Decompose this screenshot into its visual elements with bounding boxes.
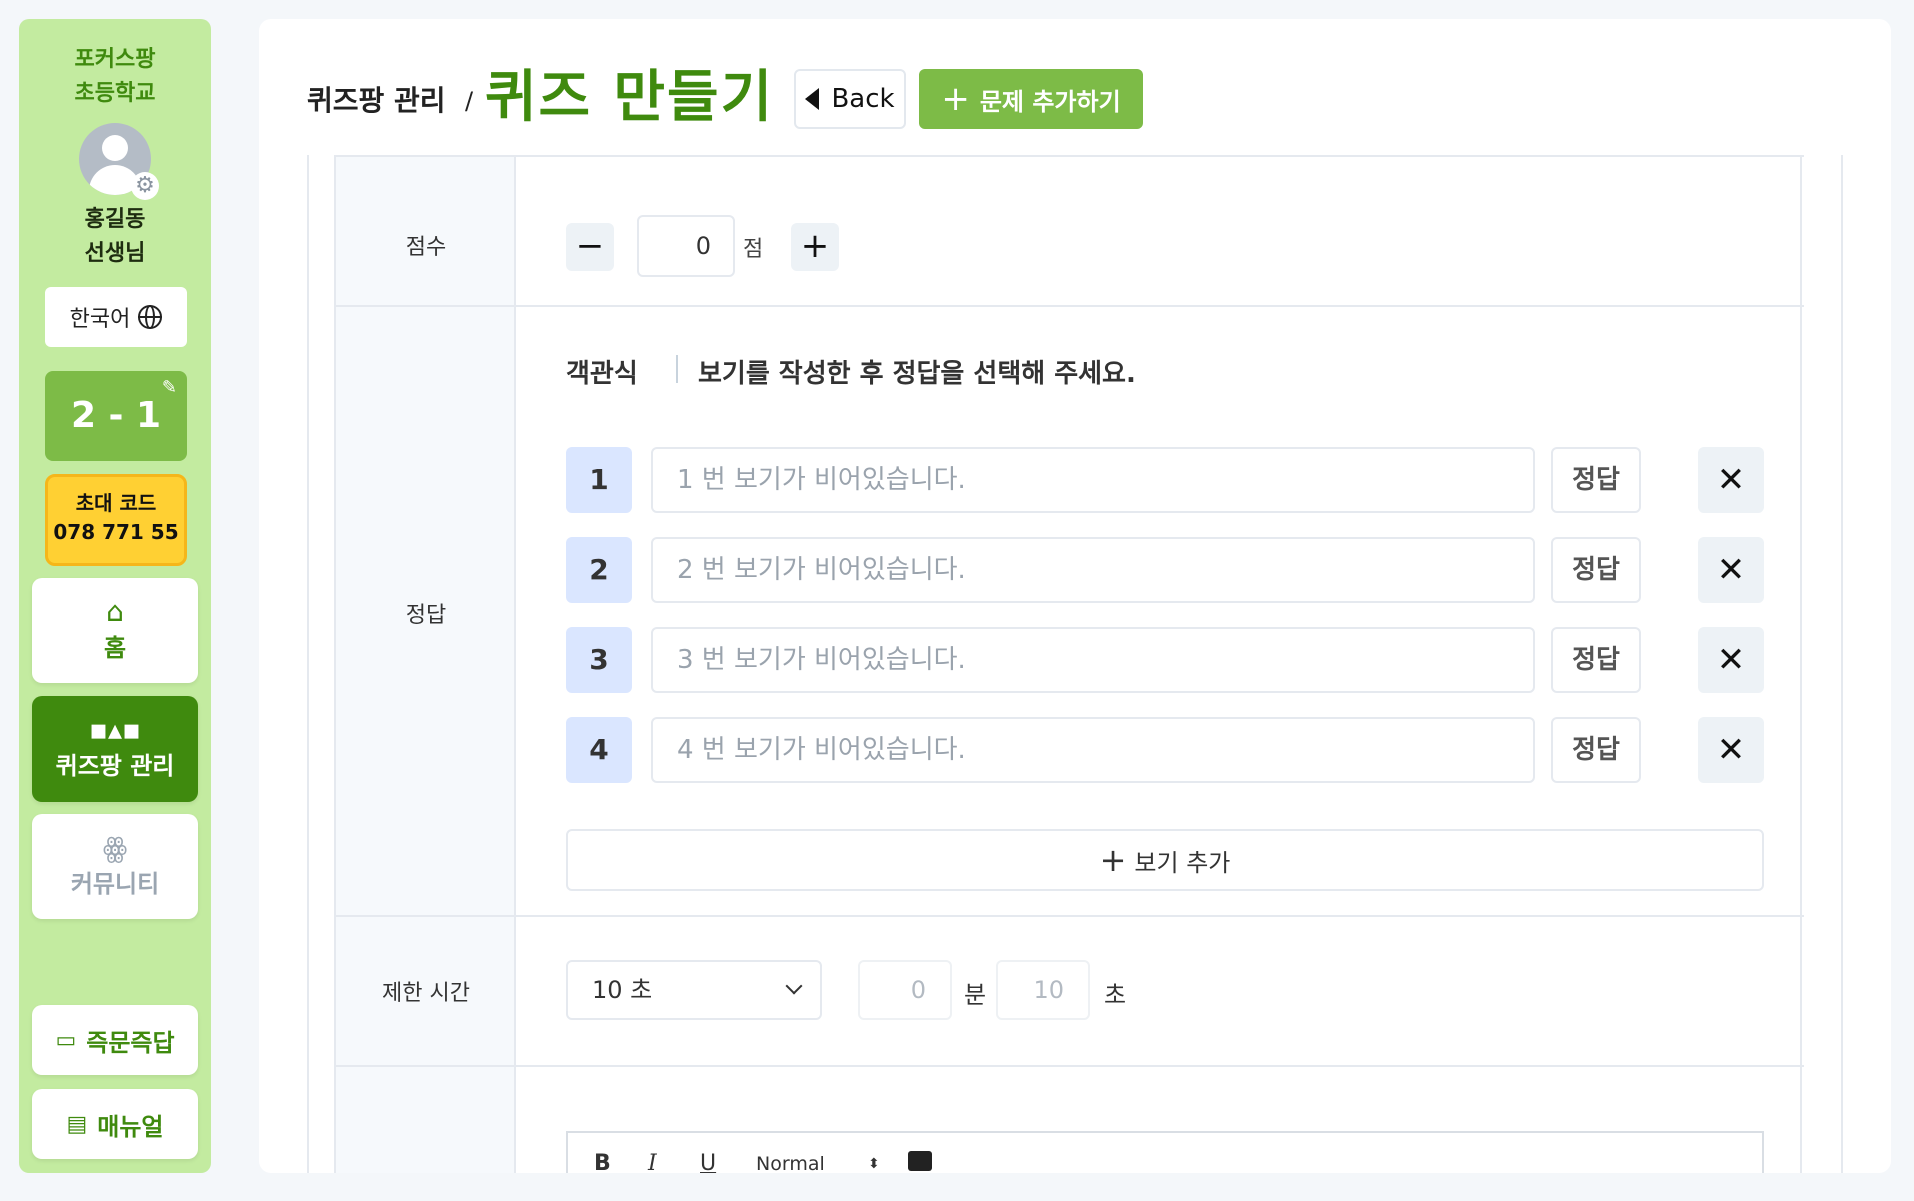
teacher-name: 홍길동 선생님 [84,207,146,266]
bold-button[interactable]: B [594,1149,611,1173]
divider [336,305,1804,307]
option-input[interactable]: 1 번 보기가 비어있습니다. [651,447,1535,513]
option-input[interactable]: 2 번 보기가 비어있습니다. [651,537,1535,603]
close-icon[interactable]: ✕ [1698,717,1764,783]
breadcrumb[interactable]: 퀴즈팡 관리 [307,81,446,121]
manual-button[interactable]: ▤ 매뉴얼 [32,1089,198,1159]
divider [336,915,1804,917]
divider [336,1065,1804,1067]
minutes-input[interactable]: 0 [858,960,952,1020]
nav-community[interactable]: ꙮ 커뮤니티 [32,814,198,919]
seconds-input[interactable]: 10 [996,960,1090,1020]
select-arrows-icon: ⬍ [868,1156,880,1172]
question-type: 객관식 [566,359,638,389]
add-option-label: 보기 추가 [1134,848,1231,877]
divider [676,355,678,383]
image-icon[interactable] [908,1151,932,1171]
option-input[interactable]: 4 번 보기가 비어있습니다. [651,717,1535,783]
invite-code-box[interactable]: 초대 코드 078 771 55 [45,474,187,566]
back-arrow-icon [805,88,820,110]
option-number: 3 [566,627,632,693]
page-title: 퀴즈 만들기 [485,65,775,130]
nav-quiz-manage[interactable]: ▪▴▪ 퀴즈팡 관리 [32,696,198,802]
score-minus-button[interactable]: − [566,223,614,271]
quiz-form-card: 점수 − 0 점 + 정답 객관식 보기를 작성한 후 정답을 선택해 주세요.… [307,155,1843,1173]
sidebar: 포커스팡 초등학교 ⚙ 홍길동 선생님 한국어 2 - 1 ✎ 초대 코드 07… [19,19,211,1173]
nav-home-label: 홈 [103,634,127,662]
time-limit-select[interactable]: 10 초 [566,960,822,1020]
plus-icon: + [1099,841,1127,879]
minutes-unit: 분 [964,981,987,1009]
quiz-form-table: 점수 − 0 점 + 정답 객관식 보기를 작성한 후 정답을 선택해 주세요.… [334,155,1804,1173]
add-question-label: 문제 추가하기 [979,87,1121,116]
score-plus-button[interactable]: + [791,223,839,271]
home-icon: ⌂ [106,595,124,628]
class-selector[interactable]: 2 - 1 ✎ [45,371,187,461]
podium-icon: ▪▴▪ [88,713,141,746]
label-column [336,155,516,1173]
language-button[interactable]: 한국어 [45,287,187,347]
class-name: 2 - 1 [70,395,162,436]
time-limit-value: 10 초 [592,976,653,1004]
chevron-down-icon [785,977,803,995]
score-unit: 점 [743,237,764,262]
back-label: Back [831,84,895,114]
mark-answer-button[interactable]: 정답 [1551,717,1641,783]
score-input[interactable]: 0 [637,215,735,277]
close-icon[interactable]: ✕ [1698,627,1764,693]
answer-hint: 보기를 작성한 후 정답을 선택해 주세요. [698,359,1136,389]
mark-answer-button[interactable]: 정답 [1551,537,1641,603]
language-label: 한국어 [69,307,131,332]
qa-button[interactable]: ▭ 즉문즉답 [32,1005,198,1075]
add-question-button[interactable]: + 문제 추가하기 [919,69,1143,129]
answer-label: 정답 [405,603,447,628]
divider [336,155,1804,157]
option-number: 2 [566,537,632,603]
underline-button[interactable]: U [700,1149,716,1173]
rich-text-editor[interactable]: B I U Normal ⬍ [566,1131,1764,1173]
score-label: 점수 [405,235,447,260]
invite-code: 078 771 55 [53,520,179,544]
close-icon[interactable]: ✕ [1698,447,1764,513]
invite-label: 초대 코드 [75,491,157,515]
main-panel: 퀴즈팡 관리 / 퀴즈 만들기 Back + 문제 추가하기 점수 − 0 점 … [259,19,1891,1173]
option-number: 1 [566,447,632,513]
mark-answer-button[interactable]: 정답 [1551,627,1641,693]
school-name: 포커스팡 초등학교 [74,47,156,106]
people-icon: ꙮ [102,831,128,864]
nav-quiz-label: 퀴즈팡 관리 [55,752,175,780]
globe-icon [138,305,163,329]
chat-icon: ▭ [55,1027,77,1053]
back-button[interactable]: Back [794,69,906,129]
breadcrumb-separator: / [465,87,474,115]
add-option-button[interactable]: + 보기 추가 [566,829,1764,891]
time-label: 제한 시간 [382,981,470,1006]
option-input[interactable]: 3 번 보기가 비어있습니다. [651,627,1535,693]
close-icon[interactable]: ✕ [1698,537,1764,603]
plus-icon: + [941,79,970,119]
format-select[interactable]: Normal [756,1149,825,1173]
option-number: 4 [566,717,632,783]
pencil-icon[interactable]: ✎ [162,379,177,397]
nav-community-label: 커뮤니티 [70,870,160,898]
qa-label: 즉문즉답 [86,1028,175,1057]
manual-label: 매뉴얼 [97,1112,164,1141]
gear-icon[interactable]: ⚙ [131,172,159,200]
mark-answer-button[interactable]: 정답 [1551,447,1641,513]
nav-home[interactable]: ⌂ 홈 [32,578,198,683]
italic-button[interactable]: I [648,1149,657,1173]
seconds-unit: 초 [1104,981,1127,1009]
clipboard-icon: ▤ [66,1111,88,1137]
